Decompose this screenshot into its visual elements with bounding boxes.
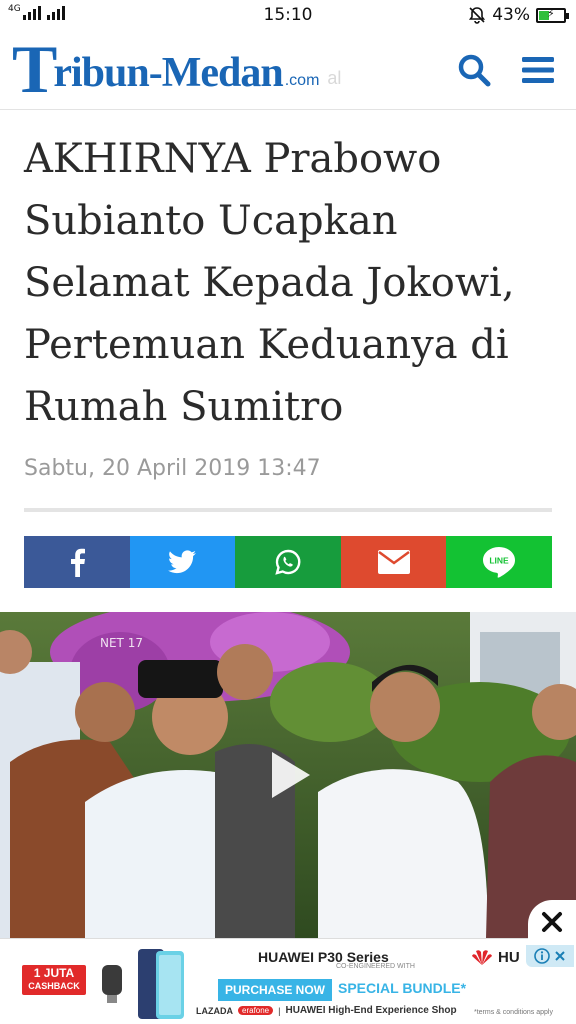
share-twitter-button[interactable] — [129, 536, 236, 588]
ad-title: HUAWEI P30 Series CO-ENGINEERED WITH — [258, 949, 415, 970]
line-icon: LINE — [483, 547, 516, 578]
share-bar: LINE — [24, 536, 552, 588]
ad-cashback-badge: 1 JUTA CASHBACK — [22, 965, 86, 995]
special-bundle-label: SPECIAL BUNDLE* — [338, 980, 467, 996]
battery-icon: ⚡ — [536, 6, 569, 23]
ad-badge-line2: CASHBACK — [28, 981, 80, 991]
whatsapp-icon — [275, 549, 301, 575]
facebook-icon — [70, 548, 85, 577]
car-charger-image — [102, 965, 122, 1003]
line-label: LINE — [489, 556, 509, 566]
huawei-logo-icon — [472, 950, 492, 965]
huawei-brand-text: HU — [498, 948, 520, 966]
play-icon[interactable] — [268, 750, 312, 800]
site-logo[interactable]: T ribun-Medan .com al — [12, 31, 342, 107]
share-facebook-button[interactable] — [24, 536, 130, 588]
share-whatsapp-button[interactable] — [235, 536, 341, 588]
erafone-logo: erafone — [238, 1006, 274, 1015]
ad-dismiss-icon — [555, 951, 565, 961]
purchase-now-button[interactable]: PURCHASE NOW — [218, 979, 332, 1001]
logo-ghost-text: al — [327, 68, 342, 88]
ad-choices[interactable] — [526, 945, 574, 967]
menu-icon[interactable] — [520, 54, 556, 86]
huawei-brand: HU — [470, 947, 520, 967]
article-video[interactable]: NET 17 — [0, 612, 576, 938]
share-email-button[interactable] — [340, 536, 447, 588]
status-bar: 4G 15:10 43% ⚡ — [0, 0, 576, 30]
charging-icon: ⚡ — [547, 6, 555, 20]
logo-name: ribun-Medan — [53, 50, 283, 96]
ad-title-sub: CO-ENGINEERED WITH — [336, 963, 415, 970]
email-icon — [377, 550, 410, 574]
twitter-icon — [168, 550, 197, 574]
info-icon — [534, 948, 550, 964]
status-right: 43% ⚡ — [468, 5, 569, 25]
divider — [24, 508, 552, 512]
video-watermark: NET 17 — [100, 636, 143, 650]
ad-shop-text: HUAWEI High-End Experience Shop — [285, 1005, 457, 1016]
notification-off-icon — [469, 7, 486, 24]
article-headline: AKHIRNYA Prabowo Subianto Ucapkan Selama… — [24, 136, 515, 430]
search-icon[interactable] — [456, 52, 492, 88]
ad-footer: LAZADA erafone | HUAWEI High-End Experie… — [196, 1005, 457, 1016]
article-date: Sabtu, 20 April 2019 13:47 — [24, 456, 321, 481]
logo-initial: T — [12, 31, 58, 107]
ad-terms: *terms & conditions apply — [474, 1009, 553, 1016]
site-header: T ribun-Medan .com al — [0, 30, 576, 110]
close-icon — [542, 912, 562, 932]
ad-close-button[interactable] — [528, 900, 576, 944]
ad-banner[interactable]: 1 JUTA CASHBACK HUAWEI P30 Series CO-ENG… — [0, 938, 576, 1024]
share-line-button[interactable]: LINE — [446, 536, 552, 588]
battery-percent: 43% — [492, 5, 530, 25]
logo-suffix: .com — [284, 72, 320, 89]
ad-badge-line1: 1 JUTA — [33, 966, 75, 980]
phone-image — [138, 949, 184, 1019]
lazada-logo: LAZADA — [196, 1005, 233, 1016]
